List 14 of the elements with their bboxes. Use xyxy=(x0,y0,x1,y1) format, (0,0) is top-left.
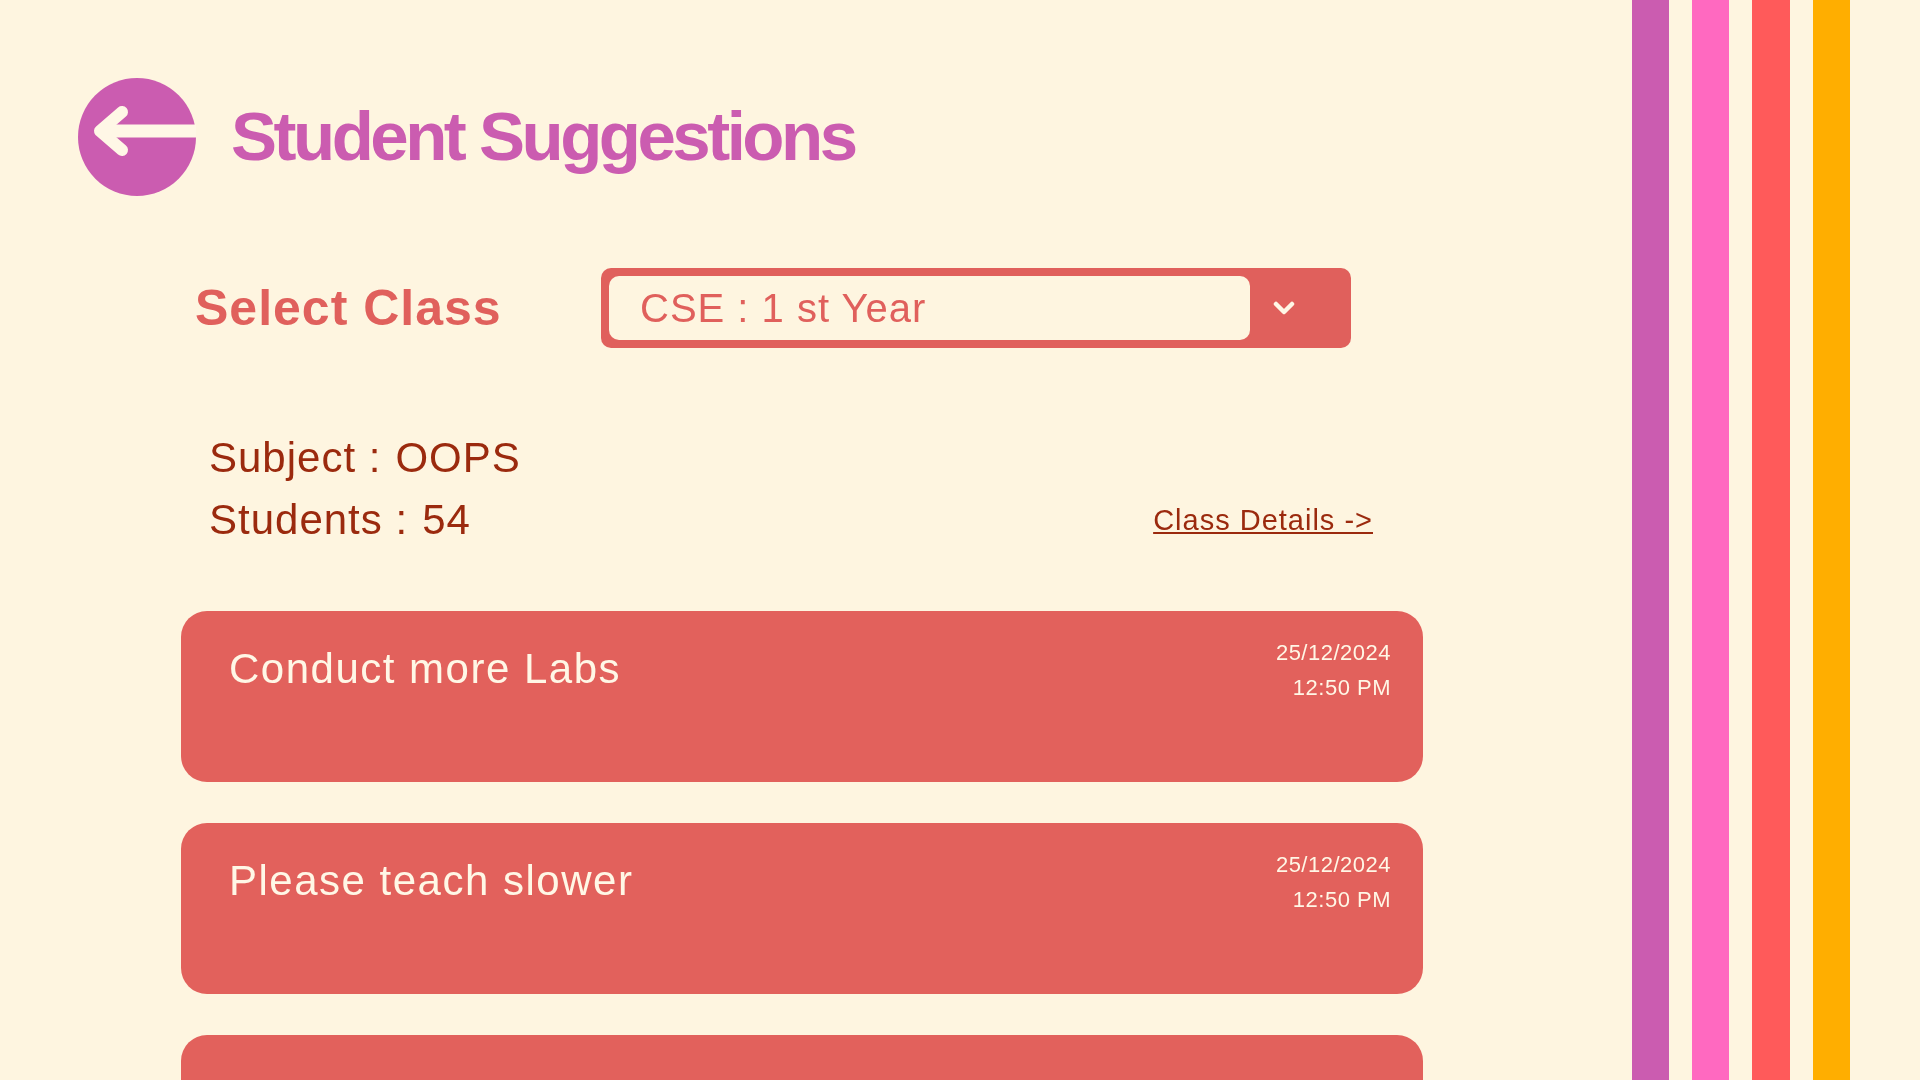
info-label: Subject : xyxy=(209,433,382,483)
suggestion-text: Please teach slower xyxy=(229,856,634,906)
chevron-down-icon xyxy=(1273,301,1295,315)
suggestion-date: 25/12/2024 xyxy=(1275,851,1391,879)
info-label: Students : xyxy=(209,495,409,545)
suggestion-time: 12:50 PM xyxy=(1292,674,1391,702)
info-value: 54 xyxy=(422,495,471,545)
page-title: Student Suggestions xyxy=(231,97,855,177)
suggestion-text: Conduct more Labs xyxy=(229,644,622,694)
suggestion-time: 12:50 PM xyxy=(1292,886,1391,914)
select-class-label: Select Class xyxy=(195,279,503,338)
suggestion-date: 25/12/2024 xyxy=(1275,639,1391,667)
info-value: OOPS xyxy=(395,433,521,483)
class-details-link[interactable]: Class Details -> xyxy=(1153,502,1373,538)
